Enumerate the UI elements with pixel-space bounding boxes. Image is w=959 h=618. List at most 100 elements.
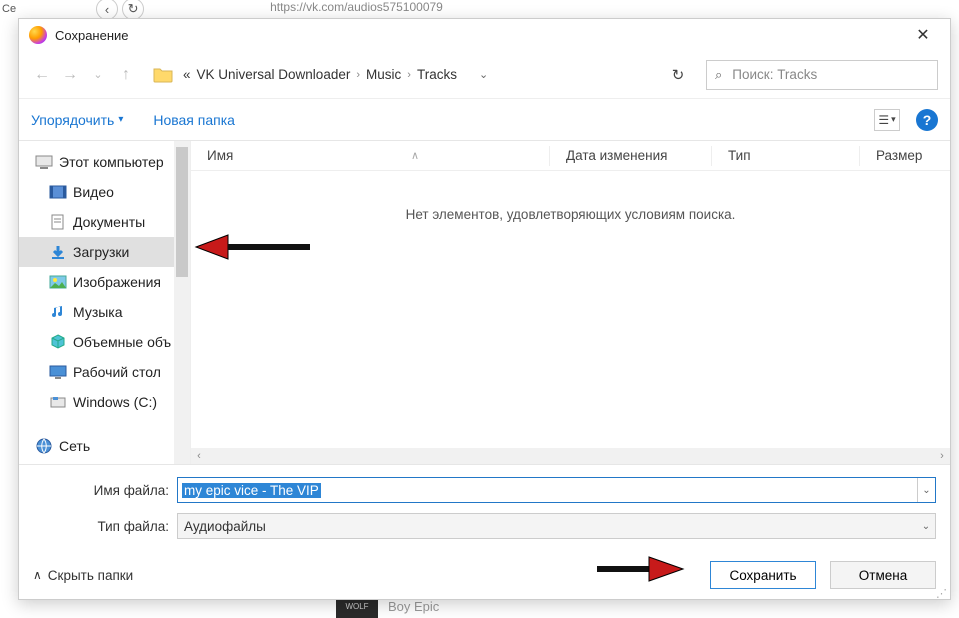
bg-nav-reload: ↻ [122, 0, 144, 20]
img-icon [49, 274, 67, 290]
view-mode-button[interactable]: ☰ ▾ [874, 109, 900, 131]
scrollbar-thumb[interactable] [176, 147, 188, 277]
col-type[interactable]: Тип [711, 146, 859, 166]
tree-item-label: Видео [73, 184, 114, 200]
tree-item-video[interactable]: Видео [19, 177, 190, 207]
desk-icon [49, 364, 67, 380]
bg-url: https://vk.com/audios575100079 [270, 0, 443, 14]
annotation-arrow-1 [194, 233, 312, 261]
breadcrumb[interactable]: « VK Universal Downloader › Music › Trac… [183, 67, 658, 82]
tree-item-img[interactable]: Изображения [19, 267, 190, 297]
disk-icon [49, 394, 67, 410]
col-name[interactable]: Имя ∧ [191, 148, 549, 163]
col-name-label: Имя [207, 148, 233, 163]
cancel-button[interactable]: Отмена [830, 561, 936, 589]
video-icon [49, 184, 67, 200]
horizontal-scrollbar[interactable]: ‹ › [191, 448, 950, 464]
breadcrumb-dropdown[interactable]: ⌄ [479, 68, 488, 81]
hide-folders-toggle[interactable]: ∧ Скрыть папки [33, 568, 133, 583]
down-icon [49, 244, 67, 260]
new-folder-button[interactable]: Новая папка [153, 112, 235, 128]
tree-item-net[interactable]: Сеть [19, 431, 190, 461]
refresh-button[interactable]: ↻ [664, 61, 692, 89]
breadcrumb-seg-1[interactable]: Music [366, 67, 401, 82]
filetype-label: Тип файла: [33, 519, 177, 534]
footer: ∧ Скрыть папки Сохранить Отмена ⋰ [19, 557, 950, 599]
file-list-pane: Имя ∧ Дата изменения Тип Размер Нет элем… [191, 141, 950, 464]
scroll-left-icon[interactable]: ‹ [191, 450, 207, 462]
filename-label: Имя файла: [33, 483, 177, 498]
scroll-right-icon[interactable]: › [934, 450, 950, 462]
search-box[interactable]: ⌕ [706, 60, 938, 90]
annotation-arrow-2 [595, 555, 685, 583]
filename-dropdown[interactable]: ⌄ [917, 478, 935, 502]
address-row: ← → ⌄ ↑ « VK Universal Downloader › Musi… [19, 51, 950, 99]
folder-icon [149, 61, 177, 89]
breadcrumb-seg-2[interactable]: Tracks [417, 67, 457, 82]
toolbar: Упорядочить ▾ Новая папка ☰ ▾ ? [19, 99, 950, 141]
filetype-value: Аудиофайлы [184, 519, 266, 534]
filename-row: Имя файла: my epic vice - The VIP ⌄ [33, 477, 936, 503]
col-date[interactable]: Дата изменения [549, 146, 711, 166]
filename-value: my epic vice - The VIP [182, 483, 321, 498]
filetype-row: Тип файла: Аудиофайлы ⌄ [33, 513, 936, 539]
tree-item-down[interactable]: Загрузки [19, 237, 190, 267]
body: Этот компьютер Видео Документы Загрузки Изоб… [19, 141, 950, 464]
docs-icon [49, 214, 67, 230]
chevron-right-icon: › [356, 69, 360, 81]
empty-message: Нет элементов, удовлетворяющих условиям … [191, 207, 950, 222]
list-view-icon: ☰ [878, 113, 889, 127]
tree-item-label: Загрузки [73, 244, 129, 260]
breadcrumb-prefix: « [183, 67, 191, 82]
chevron-down-icon: ▾ [118, 114, 123, 125]
tree-item-label: Музыка [73, 304, 123, 320]
music-icon [49, 304, 67, 320]
tree-item-label: Сеть [59, 438, 90, 454]
tree-item-docs[interactable]: Документы [19, 207, 190, 237]
nav-history-dropdown[interactable]: ⌄ [87, 68, 109, 81]
form-area: Имя файла: my epic vice - The VIP ⌄ Тип … [19, 464, 950, 557]
hide-folders-label: Скрыть папки [48, 568, 133, 583]
bg-nav-back: ‹ [96, 0, 118, 20]
chevron-up-icon: ∧ [33, 568, 42, 582]
tree-item-pc[interactable]: Этот компьютер [19, 147, 190, 177]
bg-artist: Boy Epic [388, 599, 439, 614]
nav-forward-button[interactable]: → [59, 66, 81, 84]
pc-icon [35, 154, 53, 170]
chevron-down-icon: ▾ [891, 114, 896, 125]
tree-item-disk[interactable]: Windows (C:) [19, 387, 190, 417]
tree-item-label: Windows (C:) [73, 394, 157, 410]
filename-input[interactable]: my epic vice - The VIP ⌄ [177, 477, 936, 503]
tree-item-cube[interactable]: Объемные объ [19, 327, 190, 357]
organize-button[interactable]: Упорядочить ▾ [31, 112, 123, 128]
search-input[interactable] [730, 66, 929, 83]
search-icon: ⌕ [715, 67, 722, 83]
tree-item-label: Рабочий стол [73, 364, 161, 380]
organize-label: Упорядочить [31, 112, 114, 128]
sidebar: Этот компьютер Видео Документы Загрузки Изоб… [19, 141, 191, 464]
tree-item-label: Этот компьютер [59, 154, 164, 170]
bg-tab-label: Се [2, 3, 16, 15]
nav-up-button[interactable]: ↑ [115, 66, 137, 84]
tree-item-label: Изображения [73, 274, 161, 290]
sidebar-scrollbar[interactable] [174, 141, 190, 464]
filetype-dropdown-icon[interactable]: ⌄ [917, 521, 935, 532]
net-icon [35, 438, 53, 454]
firefox-icon [29, 26, 47, 44]
nav-back-button[interactable]: ← [31, 66, 53, 84]
help-button[interactable]: ? [916, 109, 938, 131]
tree-item-label: Объемные объ [73, 334, 171, 350]
save-button[interactable]: Сохранить [710, 561, 816, 589]
close-button[interactable]: ✕ [902, 21, 944, 49]
breadcrumb-seg-0[interactable]: VK Universal Downloader [197, 67, 351, 82]
tree-item-desk[interactable]: Рабочий стол [19, 357, 190, 387]
resize-grip[interactable]: ⋰ [936, 592, 948, 597]
filetype-select[interactable]: Аудиофайлы ⌄ [177, 513, 936, 539]
col-size[interactable]: Размер [859, 146, 950, 166]
tree-item-music[interactable]: Музыка [19, 297, 190, 327]
titlebar: Сохранение ✕ [19, 19, 950, 51]
save-dialog: Сохранение ✕ ← → ⌄ ↑ « VK Universal Down… [18, 18, 951, 600]
column-headers: Имя ∧ Дата изменения Тип Размер [191, 141, 950, 171]
dialog-title: Сохранение [55, 28, 129, 43]
tree-item-label: Документы [73, 214, 145, 230]
